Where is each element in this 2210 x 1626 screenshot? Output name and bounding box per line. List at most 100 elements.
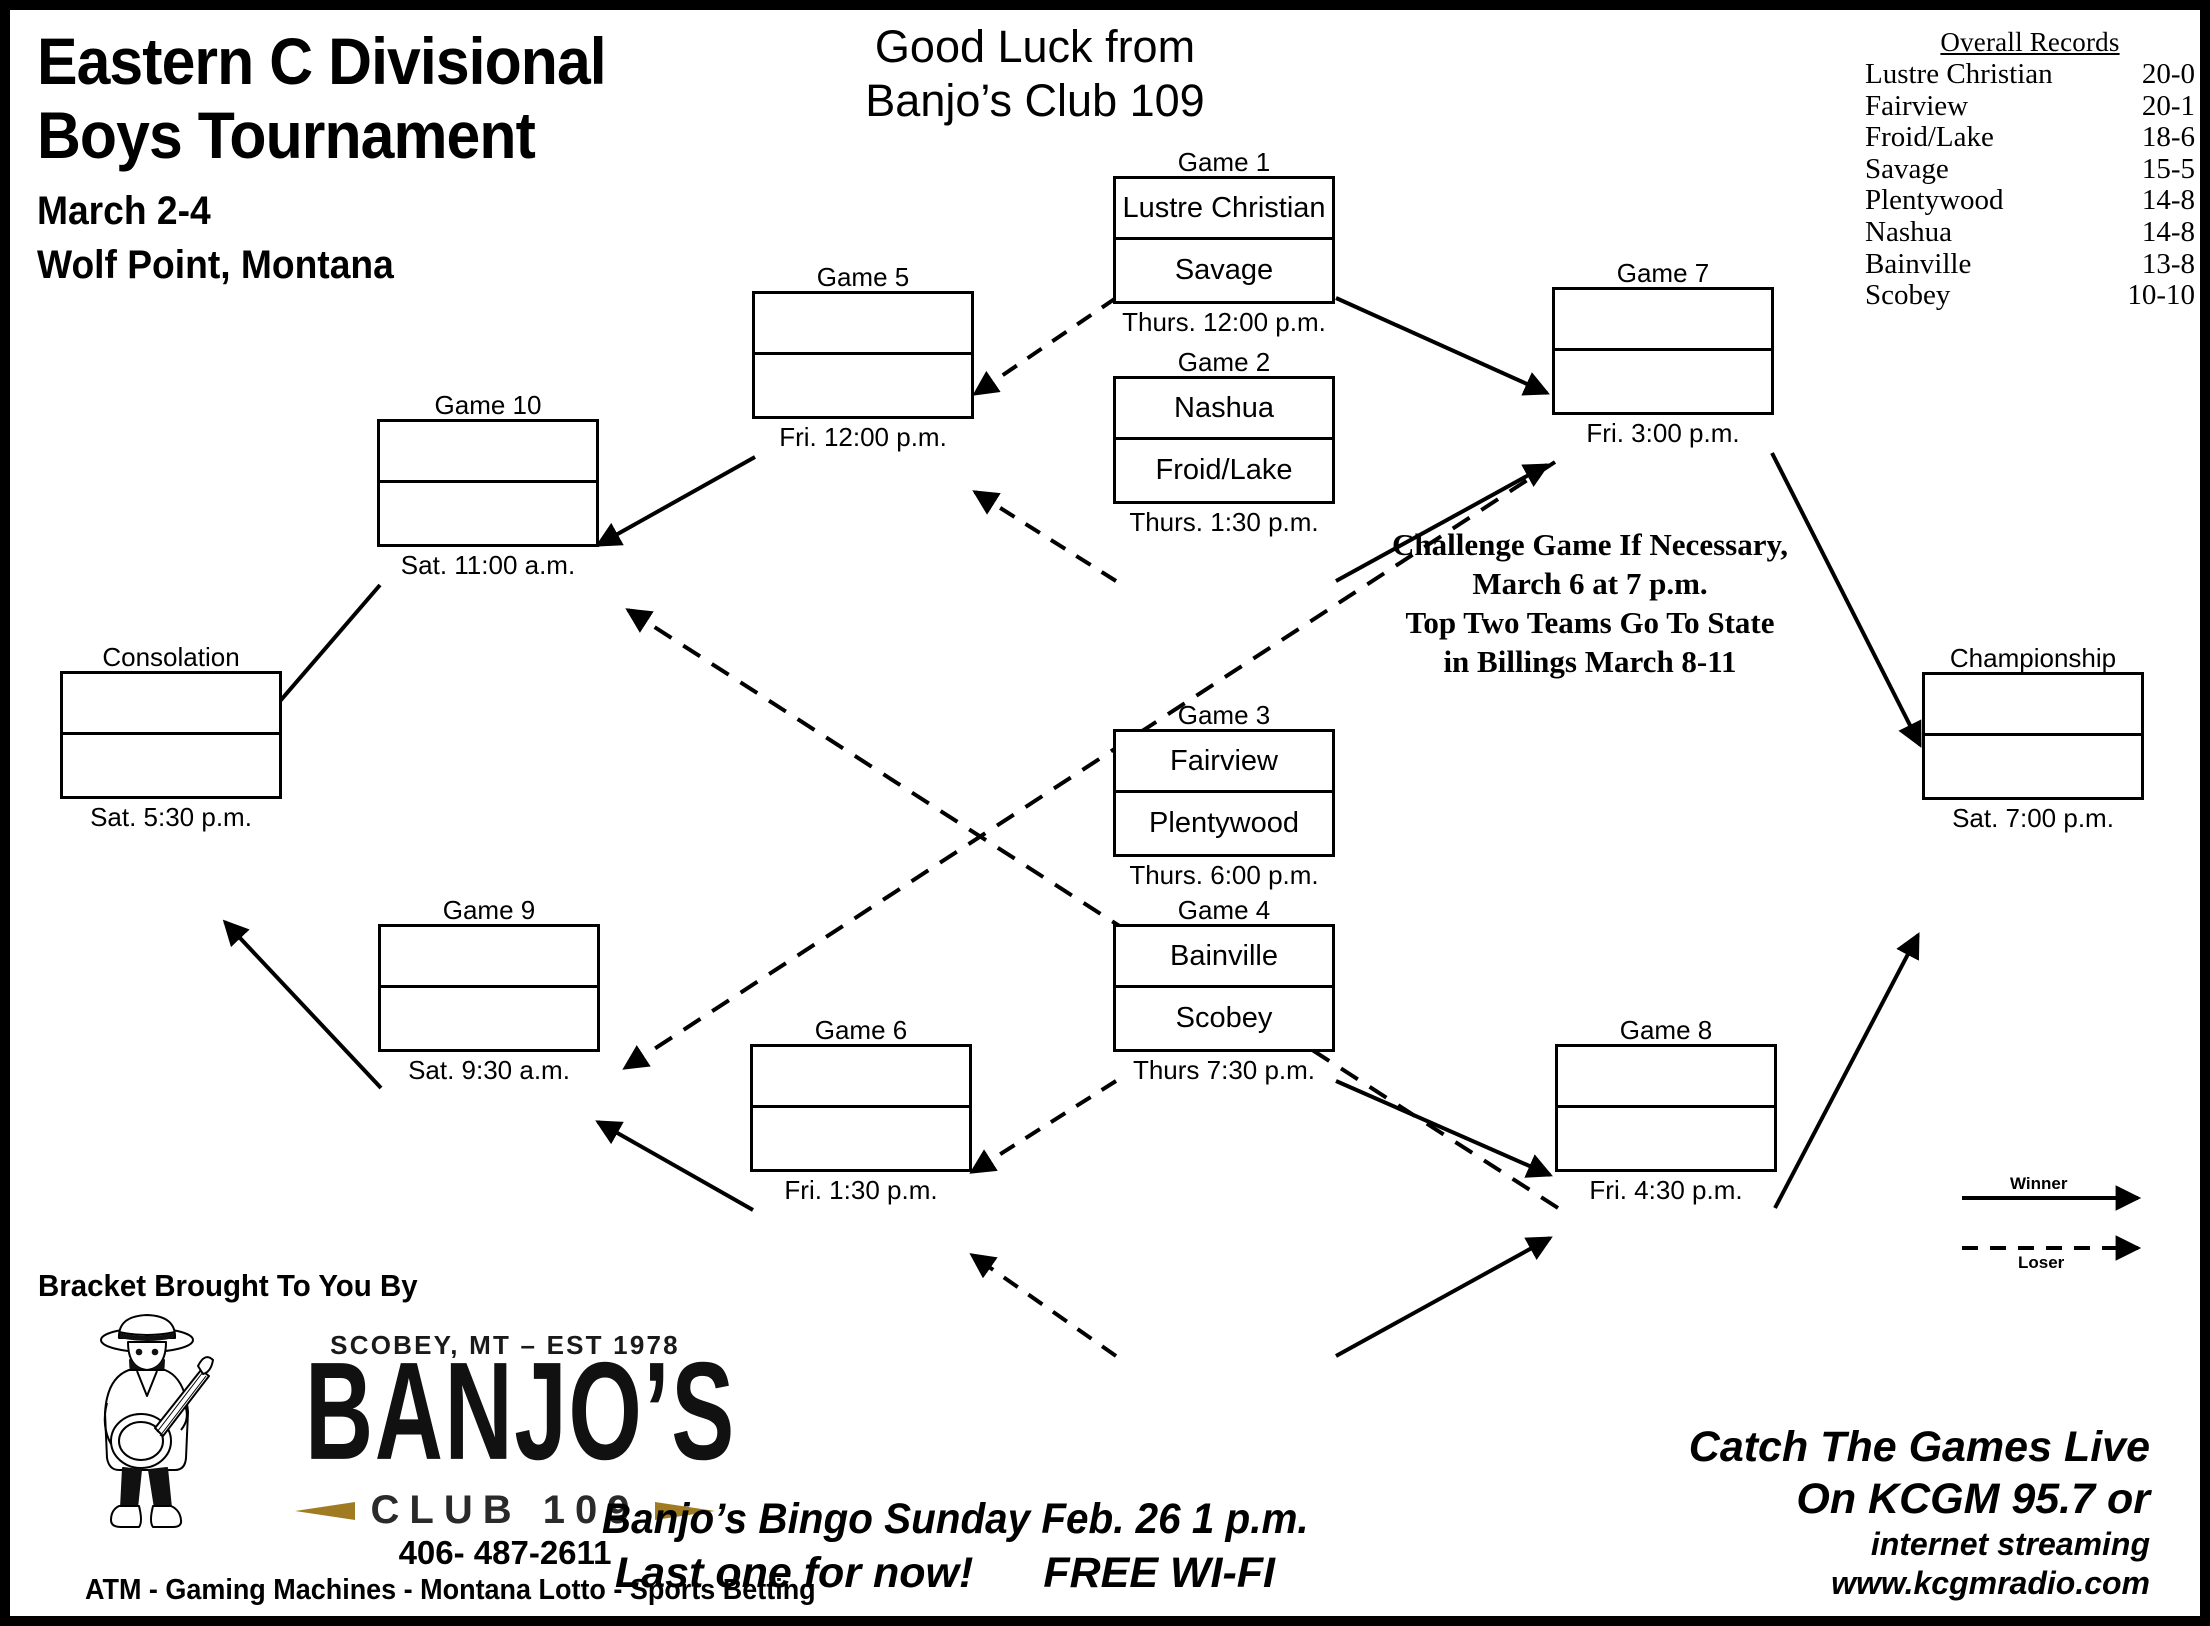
page-title-line2: Boys Tournament (37, 98, 536, 172)
game-4-time: Thurs 7:30 p.m. (1132, 1055, 1316, 1085)
game-9-time: Sat. 9:30 a.m. (408, 1055, 570, 1085)
game-4-box[interactable]: Bainville Scobey (1113, 924, 1335, 1052)
game-3-time: Thurs. 6:00 p.m. (1129, 860, 1319, 890)
banjo-player-mascot-icon (100, 1314, 214, 1528)
record-team: Froid/Lake (1865, 121, 1994, 154)
game-6-box[interactable] (750, 1044, 972, 1172)
record-value: 20-0 (2141, 58, 2195, 90)
record-team: Lustre Christian (1865, 58, 2053, 90)
game-1-label: Game 1 (1177, 147, 1271, 177)
record-row: Fairview 20-1 (1865, 89, 2195, 123)
game-10-team-top (380, 422, 596, 483)
challenge-line1: Challenge Game If Necessary, (1391, 527, 1789, 562)
game-7-time: Fri. 3:00 p.m. (1586, 418, 1740, 448)
line-g8-winner (1773, 932, 1920, 1209)
game-1-team-bottom: Savage (1174, 254, 1274, 286)
game-9-team-top (381, 927, 597, 988)
challenge-note: Challenge Game If Necessary, March 6 at … (1350, 525, 1830, 681)
game-3-label: Game 3 (1177, 700, 1271, 730)
record-value: 10-10 (2127, 279, 2195, 312)
tournament-location: Wolf Point, Montana (37, 243, 394, 287)
record-row: Nashua 14-8 (1865, 216, 2195, 249)
game-10-box[interactable] (377, 419, 599, 547)
game-7-label: Game 7 (1616, 258, 1710, 288)
game-8-team-top (1558, 1047, 1774, 1108)
line-g5-winner (595, 455, 756, 547)
game-9-box[interactable] (378, 924, 600, 1052)
good-luck-line1: Good Luck from (874, 21, 1196, 72)
game-8-team-bottom (1558, 1108, 1774, 1169)
line-g4-loser (969, 1253, 1118, 1358)
radio-website: www.kcgmradio.com (1831, 1564, 2150, 1601)
game-3-team-bottom: Plentywood (1149, 807, 1299, 839)
game-9-team-bottom (381, 988, 597, 1049)
championship-label: Championship (1949, 643, 2117, 673)
record-value: 20-1 (2141, 89, 2195, 122)
game-1-box[interactable]: Lustre Christian Savage (1113, 176, 1335, 304)
game-2-team-bottom: Froid/Lake (1155, 454, 1293, 486)
bingo-promo: Banjo’s Bingo Sunday Feb. 26 1 p.m. Last… (580, 1493, 1310, 1597)
game-4-team-top: Bainville (1116, 927, 1332, 988)
record-row: Scobey 10-10 (1865, 280, 2195, 312)
game-5-box[interactable] (752, 291, 974, 419)
game-7-box[interactable] (1552, 287, 1774, 415)
line-g4-winner (1335, 1236, 1553, 1358)
bingo-second-row: Last one for now! FREE WI-FI (580, 1547, 1310, 1601)
bracket-poster: Eastern C Divisional Boys Tournament Mar… (0, 0, 2210, 1626)
line-g1-loser (972, 296, 1118, 396)
game-10-time: Sat. 11:00 a.m. (400, 550, 576, 580)
game-6-team-bottom (753, 1108, 969, 1169)
tournament-dates: March 2-4 (37, 189, 211, 233)
radio-line2: On KCGM 95.7 or (1796, 1474, 2150, 1523)
consolation-box[interactable] (60, 671, 282, 799)
line-g3-loser (969, 1079, 1118, 1174)
record-row: Lustre Christian 20-0 (1865, 58, 2195, 91)
good-luck-line2: Banjo’s Club 109 (865, 75, 1205, 126)
game-1-time: Thurs. 12:00 p.m. (1122, 307, 1326, 337)
game-7-team-bottom (1555, 351, 1771, 412)
game-8-time: Fri. 4:30 p.m. (1589, 1175, 1743, 1205)
game-2-team-top: Nashua (1116, 379, 1332, 440)
consolation-team-top (63, 674, 279, 735)
game-6-label: Game 6 (814, 1015, 908, 1045)
record-team: Bainville (1865, 247, 1972, 280)
game-10-team-bottom (380, 483, 596, 544)
championship-team-bottom (1925, 736, 2141, 797)
championship-team-top (1925, 675, 2141, 736)
championship-time: Sat. 7:00 p.m. (1952, 803, 2114, 833)
game-9-label: Game 9 (442, 895, 536, 925)
game-6-team-top (753, 1047, 969, 1108)
line-g3-winner (1335, 1079, 1553, 1178)
line-g6-winner (595, 1120, 754, 1212)
record-value: 14-8 (2141, 184, 2195, 217)
radio-line1: Catch The Games Live (1688, 1423, 2150, 1471)
legend-winner-label: Winner (2010, 1174, 2068, 1193)
radio-promo: Catch The Games Live On KCGM 95.7 or int… (1500, 1422, 2150, 1602)
record-value: 18-6 (2141, 121, 2195, 154)
game-6-time: Fri. 1:30 p.m. (784, 1175, 938, 1205)
challenge-line4: in Billings March 8-11 (1443, 644, 1737, 680)
game-4-label: Game 4 (1177, 895, 1271, 925)
bracket-brought-by: Bracket Brought To You By (38, 1268, 418, 1303)
record-team: Savage (1865, 152, 1949, 185)
record-row: Plentywood 14-8 (1865, 185, 2195, 217)
consolation-time: Sat. 5:30 p.m. (90, 802, 252, 832)
game-3-box[interactable]: Fairview Plentywood (1113, 729, 1335, 857)
game-7-team-top (1555, 290, 1771, 351)
free-wifi-label: FREE WI-FI (1043, 1549, 1276, 1597)
consolation-team-bottom (63, 735, 279, 796)
bingo-line1: Banjo’s Bingo Sunday Feb. 26 1 p.m. (601, 1495, 1309, 1543)
game-5-team-top (755, 294, 971, 355)
radio-line3: internet streaming (1870, 1526, 2150, 1563)
game-2-time: Thurs. 1:30 p.m. (1129, 507, 1319, 537)
game-5-team-bottom (755, 355, 971, 416)
championship-box[interactable] (1922, 672, 2144, 800)
challenge-line2: March 6 at 7 p.m. (1472, 566, 1708, 602)
game-8-box[interactable] (1555, 1044, 1777, 1172)
game-5-time: Fri. 12:00 p.m. (779, 422, 947, 452)
game-2-box[interactable]: Nashua Froid/Lake (1113, 376, 1335, 504)
challenge-line3: Top Two Teams Go To State (1405, 605, 1775, 641)
game-1-team-top: Lustre Christian (1116, 179, 1332, 240)
line-g9-winner (222, 919, 383, 1090)
legend-loser-label: Loser (2018, 1253, 2065, 1272)
